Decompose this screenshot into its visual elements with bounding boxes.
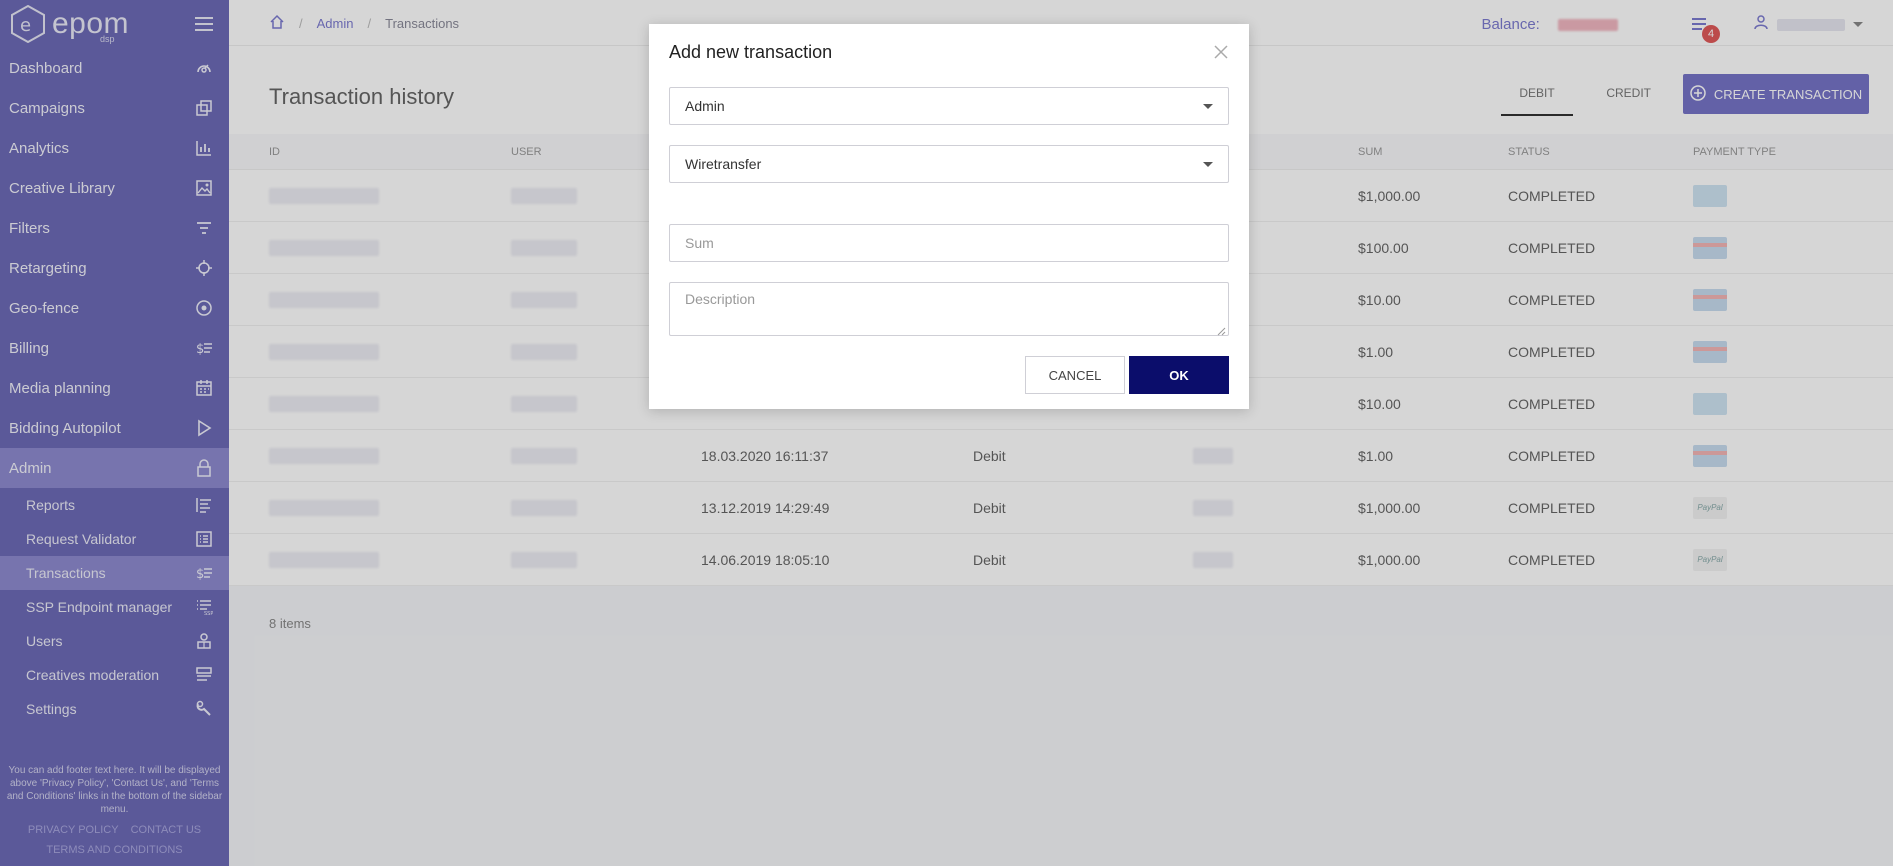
cancel-button[interactable]: CANCEL xyxy=(1025,356,1125,394)
resize-handle-icon[interactable] xyxy=(1216,323,1226,336)
sum-placeholder: Sum xyxy=(685,235,714,251)
description-placeholder: Description xyxy=(685,291,756,307)
close-icon[interactable] xyxy=(1213,44,1229,60)
description-textarea[interactable]: Description xyxy=(669,282,1229,336)
chevron-down-icon xyxy=(1203,161,1213,167)
user-select-value: Admin xyxy=(685,98,725,114)
payment-method-select[interactable]: Wiretransfer xyxy=(669,145,1229,183)
payment-method-value: Wiretransfer xyxy=(685,156,762,172)
chevron-down-icon xyxy=(1203,103,1213,109)
sum-input[interactable]: Sum xyxy=(669,224,1229,262)
user-select[interactable]: Admin xyxy=(669,87,1229,125)
modal-title: Add new transaction xyxy=(669,42,833,62)
add-transaction-modal: Add new transaction Admin Wiretransfer S… xyxy=(649,24,1249,409)
ok-button[interactable]: OK xyxy=(1129,356,1229,394)
